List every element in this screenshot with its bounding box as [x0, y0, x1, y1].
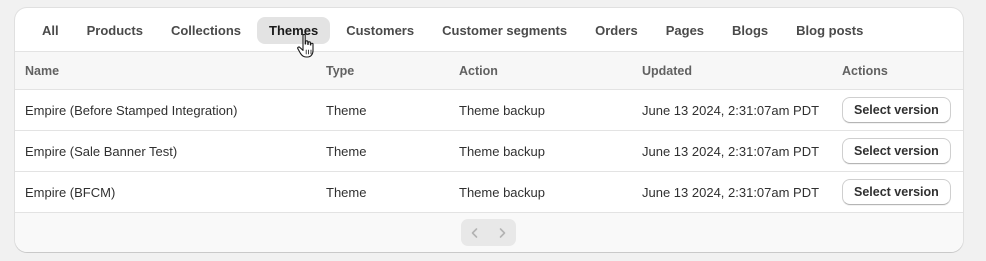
table-row: Empire (BFCM) Theme Theme backup June 13… — [15, 171, 963, 212]
table-row: Empire (Sale Banner Test) Theme Theme ba… — [15, 130, 963, 171]
row-action: Theme backup — [459, 102, 545, 118]
row-updated: June 13 2024, 2:31:07am PDT — [642, 143, 820, 159]
table-header-row: Name Type Action Updated Actions — [15, 51, 963, 89]
history-card: All Products Collections Themes Customer… — [15, 8, 963, 252]
versions-table: Name Type Action Updated Actions Empire … — [15, 51, 963, 212]
table-footer — [15, 212, 963, 252]
row-updated: June 13 2024, 2:31:07am PDT — [642, 184, 820, 200]
select-version-button[interactable]: Select version — [842, 179, 951, 205]
row-type: Theme — [326, 184, 367, 200]
tab-blogs[interactable]: Blogs — [720, 17, 780, 44]
row-actions-cell: Select version — [842, 172, 951, 212]
resource-tabs: All Products Collections Themes Customer… — [15, 8, 963, 52]
row-name: Empire (Before Stamped Integration) — [25, 102, 238, 118]
tab-blog-posts[interactable]: Blog posts — [784, 17, 875, 44]
select-version-button[interactable]: Select version — [842, 138, 951, 164]
column-header-updated: Updated — [642, 63, 692, 78]
row-type: Theme — [326, 102, 367, 118]
tab-customers[interactable]: Customers — [334, 17, 426, 44]
column-header-type: Type — [326, 63, 355, 78]
row-action: Theme backup — [459, 184, 545, 200]
tab-products[interactable]: Products — [75, 17, 155, 44]
select-version-button[interactable]: Select version — [842, 97, 951, 123]
chevron-left-icon — [471, 227, 478, 238]
tab-collections[interactable]: Collections — [159, 17, 253, 44]
next-page-button[interactable] — [489, 219, 517, 246]
pagination — [461, 219, 516, 246]
column-header-actions: Actions — [842, 63, 888, 78]
column-header-action: Action — [459, 63, 498, 78]
previous-page-button[interactable] — [461, 219, 489, 246]
tab-all[interactable]: All — [30, 17, 71, 44]
tab-customer-segments[interactable]: Customer segments — [430, 17, 579, 44]
row-actions-cell: Select version — [842, 131, 951, 171]
column-header-name: Name — [25, 63, 60, 78]
tab-pages[interactable]: Pages — [654, 17, 716, 44]
table-row: Empire (Before Stamped Integration) Them… — [15, 89, 963, 130]
row-actions-cell: Select version — [842, 90, 951, 130]
row-name: Empire (BFCM) — [25, 184, 116, 200]
row-type: Theme — [326, 143, 367, 159]
row-updated: June 13 2024, 2:31:07am PDT — [642, 102, 820, 118]
tab-themes[interactable]: Themes — [257, 16, 331, 44]
chevron-right-icon — [499, 227, 506, 238]
row-action: Theme backup — [459, 143, 545, 159]
tab-orders[interactable]: Orders — [583, 17, 650, 44]
row-name: Empire (Sale Banner Test) — [25, 143, 178, 159]
